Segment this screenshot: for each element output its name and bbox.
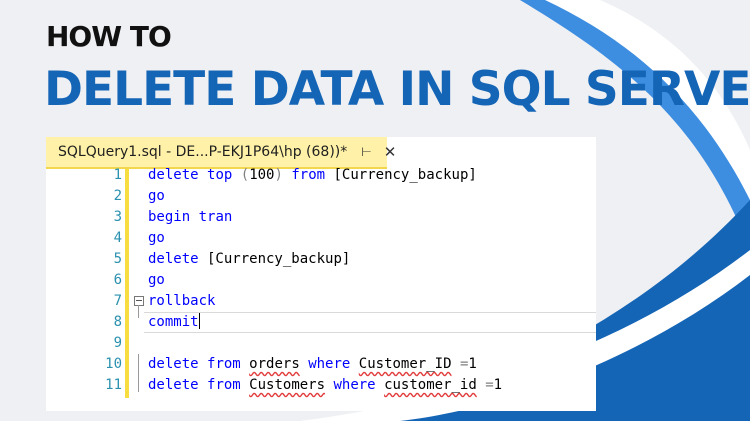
- code-line-1[interactable]: 1 delete top (100) from [Currency_backup]: [46, 165, 596, 186]
- line-number: 2: [113, 188, 122, 204]
- tab-title: SQLQuery1.sql - DE...P-EKJ1P64\hp (68))*: [58, 144, 348, 160]
- line-number: 9: [113, 335, 122, 351]
- code-line-7[interactable]: 7 rollback: [46, 291, 596, 312]
- line-number: 3: [113, 209, 122, 225]
- line-number: 11: [105, 377, 122, 393]
- sql-editor-window: SQLQuery1.sql - DE...P-EKJ1P64\hp (68))*…: [46, 137, 596, 411]
- code-token: ): [274, 167, 283, 183]
- code-token: [Currency_backup]: [198, 251, 351, 267]
- fold-guide: [138, 305, 139, 318]
- code-token: where: [333, 377, 376, 393]
- code-token: 1: [493, 377, 503, 393]
- pin-icon[interactable]: ⊢: [361, 145, 371, 159]
- code-line-4[interactable]: 4 go: [46, 228, 596, 249]
- code-token: [Currency_backup]: [325, 167, 477, 183]
- code-token: Customer_ID: [358, 356, 452, 372]
- code-token: orders: [249, 356, 300, 372]
- code-line-5[interactable]: 5 delete [Currency_backup]: [46, 249, 596, 270]
- code-text: go: [148, 270, 165, 291]
- code-token: rollback: [148, 293, 216, 309]
- heading-title: DELETE DATA IN SQL SERVER: [44, 62, 750, 117]
- code-token: where: [308, 356, 351, 372]
- code-token: commit: [148, 314, 199, 330]
- line-number: 4: [113, 230, 122, 246]
- collapse-icon[interactable]: [134, 296, 144, 306]
- code-token: customer_id: [384, 377, 477, 393]
- code-line-9[interactable]: 9: [46, 333, 596, 354]
- code-line-8[interactable]: 8 commit: [46, 312, 596, 333]
- line-number: 6: [113, 272, 122, 288]
- code-token: delete: [148, 356, 199, 372]
- code-token: 100: [249, 167, 275, 183]
- code-token: tran: [198, 209, 233, 225]
- code-text: delete [Currency_backup]: [148, 249, 350, 270]
- code-token: go: [148, 272, 165, 288]
- code-token: go: [148, 230, 165, 246]
- code-token: from: [291, 167, 326, 183]
- code-token: top: [207, 167, 233, 183]
- code-text: delete from Customers where customer_id …: [148, 375, 502, 396]
- code-text: go: [148, 228, 165, 249]
- text-caret: [198, 313, 200, 329]
- code-text: delete from orders where Customer_ID =1: [148, 354, 477, 375]
- code-token: delete: [148, 377, 199, 393]
- close-icon[interactable]: ✕: [384, 143, 397, 161]
- code-text: rollback: [148, 291, 215, 312]
- code-text: go: [148, 186, 165, 207]
- code-token: delete: [148, 251, 199, 267]
- heading-how-to: HOW TO: [46, 20, 172, 53]
- code-token: delete: [148, 167, 199, 183]
- code-token: Customers: [249, 377, 326, 393]
- fold-guide: [138, 354, 139, 392]
- code-token: go: [148, 188, 165, 204]
- code-text: begin tran: [148, 207, 232, 228]
- code-token: from: [207, 356, 241, 372]
- code-token: 1: [468, 356, 477, 372]
- line-number: 10: [105, 356, 122, 372]
- code-token: from: [207, 377, 241, 393]
- code-token: (: [240, 167, 250, 183]
- line-number: 8: [113, 314, 122, 330]
- code-token: =: [485, 377, 494, 393]
- code-line-6[interactable]: 6 go: [46, 270, 596, 291]
- code-line-2[interactable]: 2 go: [46, 186, 596, 207]
- code-line-3[interactable]: 3 begin tran: [46, 207, 596, 228]
- code-line-11[interactable]: 11 delete from Customers where customer_i…: [46, 375, 596, 396]
- code-text: commit: [148, 312, 200, 333]
- code-token: begin: [148, 209, 191, 225]
- line-number: 7: [113, 293, 122, 309]
- line-number: 1: [113, 167, 122, 183]
- code-line-10[interactable]: 10 delete from orders where Customer_ID =…: [46, 354, 596, 375]
- current-line-highlight: [144, 312, 596, 333]
- line-number: 5: [113, 251, 122, 267]
- code-text: delete top (100) from [Currency_backup]: [148, 165, 477, 186]
